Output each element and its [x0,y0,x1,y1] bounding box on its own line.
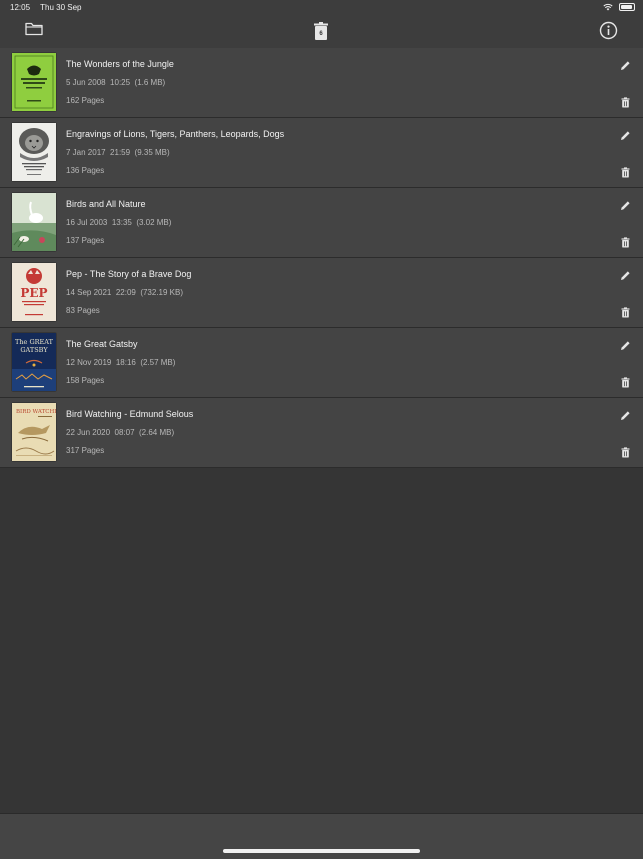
book-title: Birds and All Nature [66,199,146,209]
pencil-icon [621,341,630,350]
edit-button[interactable] [620,128,631,146]
edit-button[interactable] [620,408,631,426]
book-row[interactable]: The GREAT GATSBY The Great Gatsby 12 Nov… [0,328,643,398]
status-right [603,3,635,11]
trash-icon [621,167,630,178]
svg-text:BIRD WATCHING: BIRD WATCHING [16,409,56,415]
book-row[interactable]: PEP Pep - The Story of a Brave Dog 14 Se… [0,258,643,328]
book-date: 12 Nov 2019 [66,358,112,367]
delete-button[interactable] [621,235,630,253]
book-meta: 7 Jan 2017 21:59 (9.35 MB) [66,148,170,157]
delete-button[interactable] [621,305,630,323]
book-title: Engravings of Lions, Tigers, Panthers, L… [66,129,285,139]
book-list: The Wonders of the Jungle 5 Jun 2008 10:… [0,48,643,468]
book-size: (732.19 KB) [140,288,184,297]
book-row[interactable]: BIRD WATCHING Bird Watching - Edmund Sel… [0,398,643,468]
book-pages: 162 Pages [66,96,105,105]
book-time: 21:59 [110,148,131,157]
delete-button[interactable] [621,445,630,463]
pencil-icon [621,271,630,280]
book-meta: 14 Sep 2021 22:09 (732.19 KB) [66,288,183,297]
book-pages: 137 Pages [66,236,105,245]
delete-button[interactable] [621,95,630,113]
book-time: 08:07 [114,428,135,437]
trash-button[interactable]: 6 [312,21,330,46]
info-icon [599,21,618,40]
pencil-icon [621,61,630,70]
home-indicator[interactable] [223,849,420,853]
book-meta: 22 Jun 2020 08:07 (2.64 MB) [66,428,174,437]
book-row[interactable]: Engravings of Lions, Tigers, Panthers, L… [0,118,643,188]
book-size: (9.35 MB) [134,148,170,157]
status-left: 12:05 Thu 30 Sep [10,3,89,12]
book-cover-thumbnail: BIRD WATCHING [12,403,56,461]
book-date: 5 Jun 2008 [66,78,106,87]
book-date: 16 Jul 2003 [66,218,108,227]
edit-button[interactable] [620,338,631,356]
book-time: 13:35 [111,218,132,227]
book-cover-thumbnail [12,123,56,181]
folder-icon [25,22,43,36]
book-date: 22 Jun 2020 [66,428,111,437]
trash-icon [621,237,630,248]
book-cover-thumbnail: PEP [12,263,56,321]
book-row[interactable]: Birds and All Nature 16 Jul 2003 13:35 (… [0,188,643,258]
book-meta: 12 Nov 2019 18:16 (2.57 MB) [66,358,175,367]
status-date: Thu 30 Sep [40,3,82,12]
trash-icon [621,97,630,108]
book-meta: 5 Jun 2008 10:25 (1.6 MB) [66,78,165,87]
book-title: Bird Watching - Edmund Selous [66,409,194,419]
wifi-icon [603,3,613,11]
book-title: The Great Gatsby [66,339,138,349]
svg-text:PEP: PEP [20,286,47,300]
book-time: 22:09 [115,288,136,297]
trash-count-badge: 6 [319,31,323,37]
svg-text:The GREAT: The GREAT [15,338,54,346]
trash-icon [621,307,630,318]
book-cover-thumbnail [12,193,56,251]
book-cover-thumbnail [12,53,56,111]
book-title: Pep - The Story of a Brave Dog [66,269,192,279]
status-bar: 12:05 Thu 30 Sep [0,0,643,15]
book-pages: 158 Pages [66,376,105,385]
book-row[interactable]: The Wonders of the Jungle 5 Jun 2008 10:… [0,48,643,118]
info-button[interactable] [599,21,618,45]
pencil-icon [621,411,630,420]
folder-button[interactable] [25,21,43,41]
book-time: 10:25 [110,78,131,87]
toolbar: 6 [0,15,643,49]
trash-icon [621,377,630,388]
book-size: (3.02 MB) [136,218,172,227]
book-time: 18:16 [115,358,136,367]
book-date: 7 Jan 2017 [66,148,106,157]
edit-button[interactable] [620,58,631,76]
delete-button[interactable] [621,165,630,183]
status-time: 12:05 [10,3,31,12]
book-size: (2.64 MB) [138,428,175,437]
delete-button[interactable] [621,375,630,393]
pencil-icon [621,201,630,210]
book-date: 14 Sep 2021 [66,288,112,297]
pencil-icon [621,131,630,140]
book-pages: 317 Pages [66,446,105,455]
book-title: The Wonders of the Jungle [66,59,174,69]
trash-icon [621,447,630,458]
book-size: (1.6 MB) [134,78,166,87]
book-meta: 16 Jul 2003 13:35 (3.02 MB) [66,218,171,227]
book-cover-thumbnail: The GREAT GATSBY [12,333,56,391]
battery-icon [619,3,635,11]
edit-button[interactable] [620,198,631,216]
book-pages: 136 Pages [66,166,105,175]
svg-text:GATSBY: GATSBY [20,346,48,354]
edit-button[interactable] [620,268,631,286]
book-pages: 83 Pages [66,306,100,315]
book-size: (2.57 MB) [140,358,176,367]
